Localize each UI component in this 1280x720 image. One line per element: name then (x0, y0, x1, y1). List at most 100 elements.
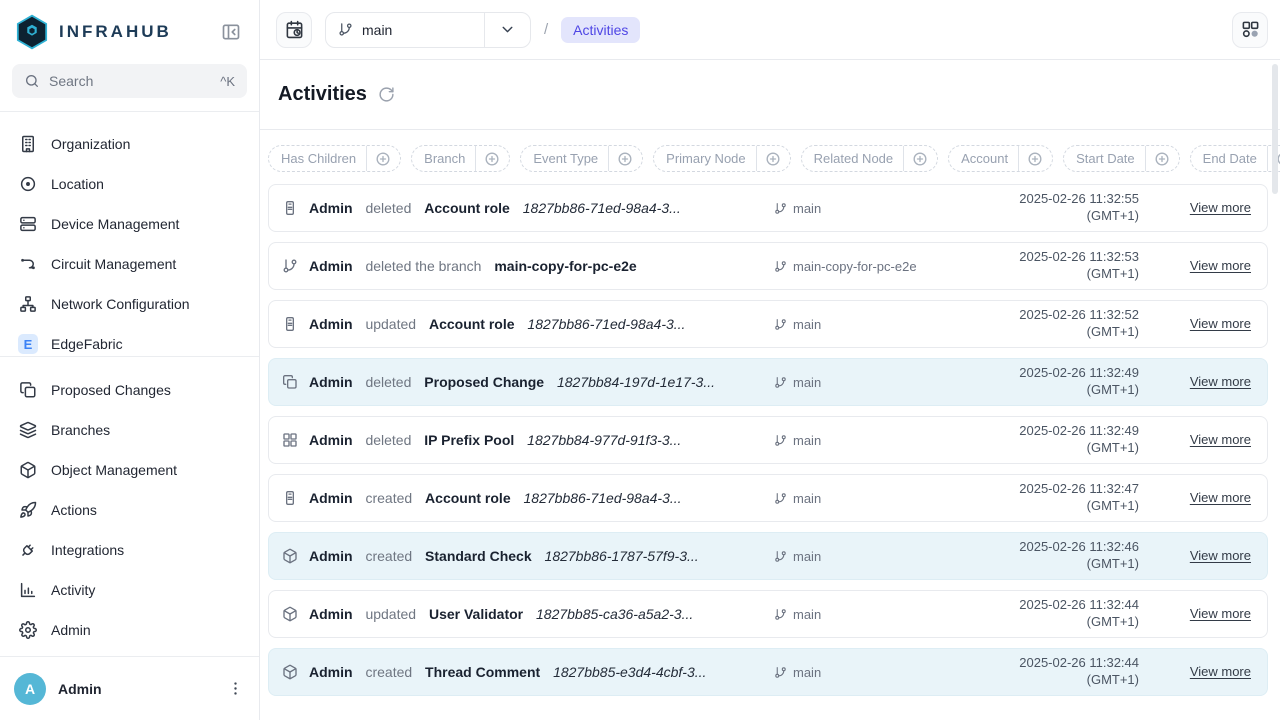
activity-timezone: (GMT+1) (964, 498, 1139, 515)
user-avatar[interactable]: A (14, 673, 46, 705)
activity-branch-label: main (793, 549, 821, 564)
activity-action: deleted (365, 200, 411, 216)
sidebar-item-organization[interactable]: Organization (8, 124, 251, 164)
filter-add-button[interactable] (1146, 146, 1179, 171)
filter-label: Has Children (269, 151, 366, 166)
activity-actor: Admin (309, 374, 353, 390)
filter-chip-primary-node[interactable]: Primary Node (653, 145, 790, 172)
activity-actor: Admin (309, 258, 353, 274)
apps-button[interactable] (1232, 12, 1268, 48)
git-branch-icon (774, 318, 787, 331)
view-more-link[interactable]: View more (1190, 548, 1251, 563)
branch-name: main (362, 22, 392, 38)
user-menu-button[interactable] (225, 679, 245, 699)
activity-view-more: View more (1139, 431, 1251, 449)
git-branch-icon (338, 22, 353, 37)
filter-add-button[interactable] (609, 146, 642, 171)
activity-date: 2025-02-26 11:32:47 (964, 481, 1139, 498)
view-more-link[interactable]: View more (1190, 606, 1251, 621)
scrollbar-thumb[interactable] (1272, 64, 1278, 194)
activity-object-id[interactable]: 1827bb85-e3d4-4cbf-3... (553, 664, 706, 680)
activity-timezone: (GMT+1) (964, 382, 1139, 399)
calendar-clock-icon (285, 20, 304, 39)
activity-date: 2025-02-26 11:32:44 (964, 597, 1139, 614)
filter-add-button[interactable] (1019, 146, 1052, 171)
activity-action: updated (365, 606, 416, 622)
branch-selector-toggle[interactable] (485, 13, 530, 47)
activity-view-more: View more (1139, 489, 1251, 507)
sidebar-item-admin[interactable]: Admin (8, 610, 251, 650)
activity-object-id[interactable]: 1827bb84-197d-1e17-3... (557, 374, 715, 390)
network-icon (18, 294, 38, 314)
filter-chip-related-node[interactable]: Related Node (801, 145, 939, 172)
activity-timestamp: 2025-02-26 11:32:47 (GMT+1) (964, 481, 1139, 514)
filter-chip-account[interactable]: Account (948, 145, 1053, 172)
activity-timezone: (GMT+1) (964, 672, 1139, 689)
activity-object-id[interactable]: 1827bb86-71ed-98a4-3... (527, 316, 685, 332)
activity-object-id[interactable]: 1827bb86-71ed-98a4-3... (524, 490, 682, 506)
timeline-button[interactable] (276, 12, 312, 48)
breadcrumb-activities[interactable]: Activities (561, 17, 640, 43)
view-more-link[interactable]: View more (1190, 316, 1251, 331)
refresh-icon (378, 86, 395, 103)
sidebar-item-circuit-management[interactable]: Circuit Management (8, 244, 251, 284)
sidebar-item-branches[interactable]: Branches (8, 410, 251, 450)
sidebar-item-object-management[interactable]: Object Management (8, 450, 251, 490)
view-more-link[interactable]: View more (1190, 432, 1251, 447)
filter-add-button[interactable] (904, 146, 937, 171)
main-scrollbar[interactable] (1272, 64, 1278, 714)
user-name: Admin (58, 681, 213, 697)
filter-add-button[interactable] (476, 146, 509, 171)
box-icon (282, 606, 298, 622)
activity-object-id[interactable]: 1827bb86-71ed-98a4-3... (523, 200, 681, 216)
activity-action: deleted (365, 374, 411, 390)
search-input[interactable] (49, 73, 211, 89)
sidebar-search[interactable]: ^K (12, 64, 247, 98)
activity-summary: Admin updated User Validator 1827bb85-ca… (309, 606, 774, 622)
activity-object-id[interactable]: 1827bb86-1787-57f9-3... (545, 548, 699, 564)
activity-timestamp: 2025-02-26 11:32:55 (GMT+1) (964, 191, 1139, 224)
view-more-link[interactable]: View more (1190, 490, 1251, 505)
filter-chip-end-date[interactable]: End Date (1190, 145, 1280, 172)
activity-date: 2025-02-26 11:32:53 (964, 249, 1139, 266)
filter-chip-start-date[interactable]: Start Date (1063, 145, 1180, 172)
filter-label: Branch (412, 151, 475, 166)
sidebar-item-network-configuration[interactable]: Network Configuration (8, 284, 251, 324)
view-more-link[interactable]: View more (1190, 664, 1251, 679)
filter-add-button[interactable] (367, 146, 400, 171)
view-more-link[interactable]: View more (1190, 374, 1251, 389)
filter-add-button[interactable] (757, 146, 790, 171)
box-icon (282, 664, 298, 680)
sidebar-item-label: Integrations (51, 542, 124, 558)
sidebar-item-edgefabric[interactable]: E EdgeFabric (8, 324, 251, 356)
sidebar-item-label: Activity (51, 582, 95, 598)
filter-chip-branch[interactable]: Branch (411, 145, 510, 172)
activity-object-type: Proposed Change (424, 374, 544, 390)
activity-date: 2025-02-26 11:32:49 (964, 365, 1139, 382)
sidebar-item-actions[interactable]: Actions (8, 490, 251, 530)
sidebar-item-proposed-changes[interactable]: Proposed Changes (8, 370, 251, 410)
branch-selector[interactable]: main (325, 12, 531, 48)
activity-branch-label: main (793, 491, 821, 506)
sidebar-collapse-button[interactable] (219, 20, 243, 44)
grid-icon (282, 432, 298, 448)
activity-object-id[interactable]: 1827bb84-977d-91f3-3... (527, 432, 681, 448)
sidebar-item-integrations[interactable]: Integrations (8, 530, 251, 570)
sidebar-item-activity[interactable]: Activity (8, 570, 251, 610)
activity-object-id[interactable]: 1827bb85-ca36-a5a2-3... (536, 606, 693, 622)
app-logo[interactable]: INFRAHUB (14, 14, 172, 50)
workflow-icon (1241, 20, 1260, 39)
filter-chip-has-children[interactable]: Has Children (268, 145, 401, 172)
activity-summary: Admin created Standard Check 1827bb86-17… (309, 548, 774, 564)
view-more-link[interactable]: View more (1190, 258, 1251, 273)
sidebar-item-label: Proposed Changes (51, 382, 171, 398)
page-title: Activities (278, 83, 367, 106)
filter-chip-event-type[interactable]: Event Type (520, 145, 643, 172)
activity-view-more: View more (1139, 257, 1251, 275)
sidebar-item-device-management[interactable]: Device Management (8, 204, 251, 244)
view-more-link[interactable]: View more (1190, 200, 1251, 215)
refresh-button[interactable] (378, 86, 396, 104)
activity-list: Admin deleted Account role 1827bb86-71ed… (260, 184, 1280, 720)
activity-row: Admin deleted the branch main-copy-for-p… (268, 242, 1268, 290)
sidebar-item-location[interactable]: Location (8, 164, 251, 204)
